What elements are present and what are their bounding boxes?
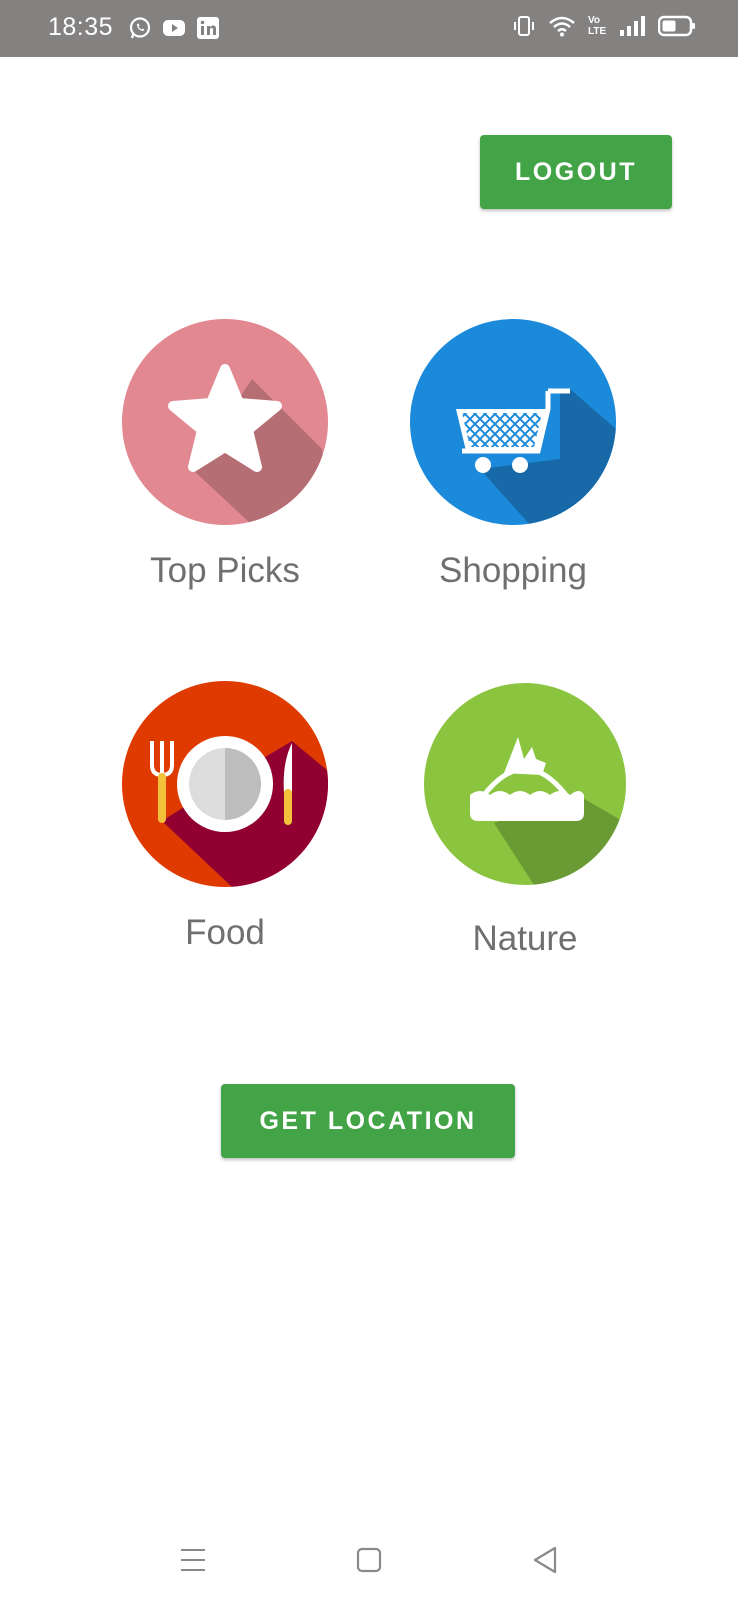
back-icon[interactable] xyxy=(525,1540,565,1580)
shopping-cart-icon xyxy=(410,319,616,525)
wifi-icon xyxy=(549,16,575,37)
category-label: Top Picks xyxy=(150,551,300,590)
system-nav-bar xyxy=(0,1520,738,1600)
whatsapp-icon xyxy=(129,17,151,39)
get-location-button[interactable]: GET LOCATION xyxy=(221,1084,515,1158)
status-bar: 18:35 Vo LTE xyxy=(0,0,738,57)
category-top-picks[interactable]: Top Picks xyxy=(122,319,328,599)
category-label: Shopping xyxy=(439,551,587,590)
category-nature[interactable]: Nature xyxy=(424,683,626,963)
signal-icon xyxy=(620,16,645,36)
linkedin-icon xyxy=(197,17,219,39)
star-icon xyxy=(122,319,328,525)
home-icon[interactable] xyxy=(349,1540,389,1580)
menu-icon[interactable] xyxy=(173,1540,213,1580)
plate-cutlery-icon xyxy=(122,681,328,887)
battery-icon xyxy=(658,15,695,37)
category-label: Nature xyxy=(472,919,578,958)
status-time: 18:35 xyxy=(48,13,114,41)
vibrate-icon xyxy=(514,16,534,36)
youtube-icon xyxy=(163,20,185,36)
category-food[interactable]: Food xyxy=(122,681,328,961)
volte-icon: Vo LTE xyxy=(588,15,607,37)
category-label: Food xyxy=(185,913,265,952)
island-icon xyxy=(424,683,626,885)
logout-button[interactable]: LOGOUT xyxy=(480,135,672,209)
category-shopping[interactable]: Shopping xyxy=(410,319,616,599)
